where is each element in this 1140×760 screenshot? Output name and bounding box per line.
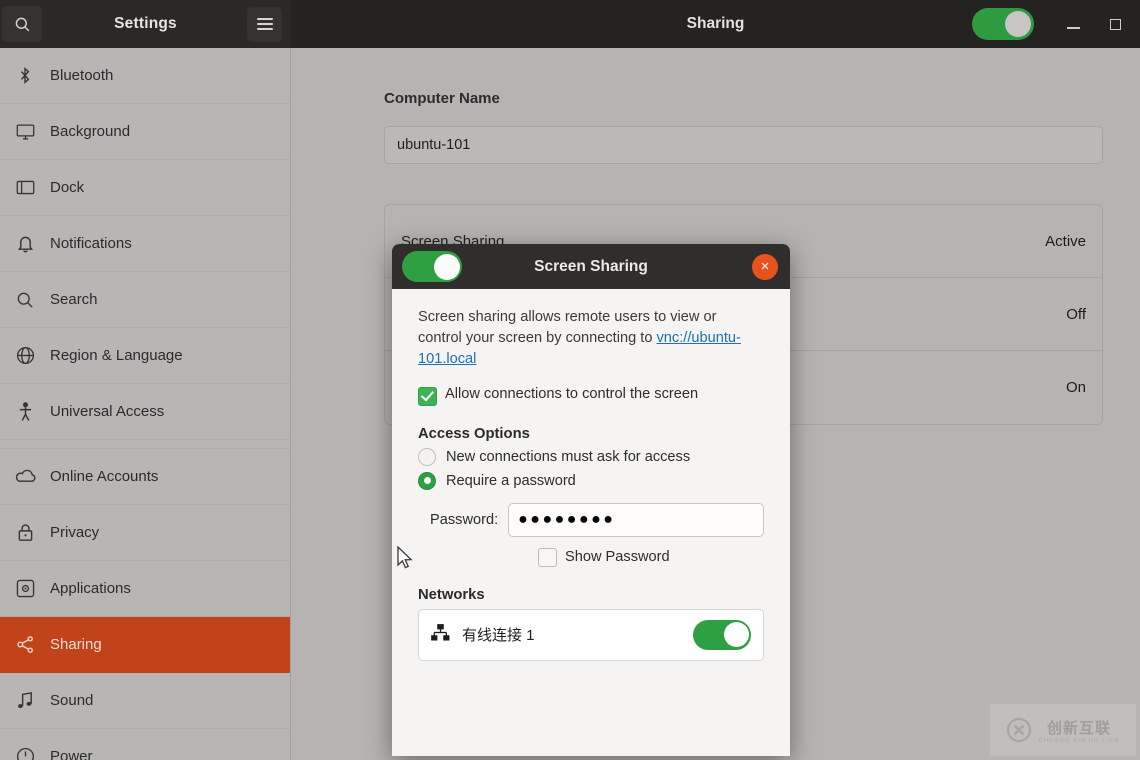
computer-name-input[interactable]: ubuntu-101 xyxy=(384,126,1103,164)
background-monitor-icon xyxy=(8,120,42,144)
sidebar-item-applications[interactable]: Applications xyxy=(0,561,290,617)
search-icon[interactable] xyxy=(2,6,42,42)
computer-name-value: ubuntu-101 xyxy=(397,137,471,153)
password-input[interactable]: ●●●●●●●● xyxy=(508,502,764,537)
sidebar-item-bluetooth[interactable]: Bluetooth xyxy=(0,48,290,104)
sidebar-header: Settings xyxy=(0,0,291,48)
music-note-icon xyxy=(8,689,42,713)
row-status: Active xyxy=(1045,232,1086,250)
show-password-row[interactable]: Show Password xyxy=(418,547,764,567)
sidebar-item-universal-access[interactable]: Universal Access xyxy=(0,384,290,440)
wired-network-icon xyxy=(431,623,450,646)
sidebar-item-label: Online Accounts xyxy=(50,468,159,485)
radio-password-label: Require a password xyxy=(446,472,576,489)
allow-control-checkbox-row[interactable]: Allow connections to control the screen xyxy=(418,386,764,406)
share-nodes-icon xyxy=(8,633,42,657)
password-label: Password: xyxy=(430,511,499,528)
power-clock-icon xyxy=(8,745,42,760)
radio-require-password-row[interactable]: Require a password xyxy=(418,471,764,490)
close-glyph: × xyxy=(760,258,770,275)
network-toggle[interactable] xyxy=(693,619,751,650)
computer-name-label: Computer Name xyxy=(384,90,500,107)
sidebar-item-region-language[interactable]: Region & Language xyxy=(0,328,290,384)
sidebar-item-notifications[interactable]: Notifications xyxy=(0,216,290,272)
search-icon xyxy=(8,288,42,312)
dialog-titlebar: Screen Sharing × xyxy=(392,244,790,289)
sidebar-group-divider xyxy=(0,440,290,449)
hamburger-menu-icon[interactable] xyxy=(247,6,282,42)
bluetooth-icon xyxy=(8,64,42,88)
watermark-pinyin: CHUANG XIN HU LIAN xyxy=(1038,737,1120,744)
radio-ask-label: New connections must ask for access xyxy=(446,448,691,465)
sidebar-item-search[interactable]: Search xyxy=(0,272,290,328)
dialog-body: Screen sharing allows remote users to vi… xyxy=(392,289,790,661)
sidebar-item-sound[interactable]: Sound xyxy=(0,673,290,729)
sidebar-item-label: Dock xyxy=(50,179,85,196)
window-titlebar: Settings Sharing xyxy=(0,0,1140,48)
access-options-heading: Access Options xyxy=(418,425,530,442)
sidebar-item-online-accounts[interactable]: Online Accounts xyxy=(0,449,290,505)
toggle-knob xyxy=(1005,11,1031,37)
radio-selected-icon[interactable] xyxy=(418,471,436,490)
sidebar-item-label: Region & Language xyxy=(50,347,183,364)
radio-ask-for-access-row[interactable]: New connections must ask for access xyxy=(418,447,764,466)
sidebar-item-label: Sound xyxy=(50,692,94,709)
allow-control-label: Allow connections to control the screen xyxy=(445,385,699,402)
watermark-text: 创新互联 CHUANG XIN HU LIAN xyxy=(1038,717,1119,744)
watermark-logo: 创新互联 CHUANG XIN HU LIAN xyxy=(990,704,1136,756)
sidebar-item-label: Notifications xyxy=(50,235,132,252)
dialog-description: Screen sharing allows remote users to vi… xyxy=(418,307,764,370)
sidebar-item-label: Power xyxy=(50,748,93,760)
sidebar-item-label: Universal Access xyxy=(50,403,165,420)
bell-icon xyxy=(8,232,42,256)
sidebar-item-sharing[interactable]: Sharing xyxy=(0,617,290,673)
network-name: 有线连接 1 xyxy=(462,627,535,645)
sidebar-item-label: Applications xyxy=(50,580,131,597)
checkbox-checked-icon[interactable] xyxy=(418,386,437,406)
sidebar-item-background[interactable]: Background xyxy=(0,104,290,160)
sidebar-item-label: Bluetooth xyxy=(50,67,114,84)
screen-sharing-dialog: Screen Sharing × Screen sharing allows r… xyxy=(392,244,790,756)
sidebar-item-label: Search xyxy=(50,291,98,308)
close-icon[interactable]: × xyxy=(752,253,778,280)
password-row: Password: ●●●●●●●● xyxy=(418,502,764,537)
network-info: 有线连接 1 xyxy=(431,623,535,646)
networks-heading: Networks xyxy=(418,586,485,603)
sidebar-item-label: Sharing xyxy=(50,636,102,653)
sidebar-item-dock[interactable]: Dock xyxy=(0,160,290,216)
screen-sharing-toggle[interactable] xyxy=(402,251,462,282)
lock-icon xyxy=(8,521,42,545)
checkbox-unchecked-icon[interactable] xyxy=(538,547,557,567)
watermark-icon xyxy=(1007,717,1032,743)
settings-window: Settings Sharing Bluetooth Background Do… xyxy=(0,0,1140,760)
mouse-cursor xyxy=(397,545,414,576)
show-password-label: Show Password xyxy=(565,548,670,565)
toggle-knob xyxy=(723,622,749,648)
sidebar-item-label: Background xyxy=(50,123,131,140)
row-status: Off xyxy=(1066,305,1086,323)
maximize-button[interactable] xyxy=(1098,7,1132,41)
sidebar-item-label: Privacy xyxy=(50,524,100,541)
dock-icon xyxy=(8,176,42,200)
sidebar-item-privacy[interactable]: Privacy xyxy=(0,505,290,561)
sharing-master-toggle[interactable] xyxy=(972,8,1034,40)
settings-sidebar[interactable]: Bluetooth Background Dock Notifications … xyxy=(0,48,291,760)
accessibility-icon xyxy=(8,400,42,424)
toggle-knob xyxy=(433,253,460,280)
row-status: On xyxy=(1065,379,1086,396)
window-controls xyxy=(972,7,1132,41)
cloud-icon xyxy=(8,465,42,489)
password-value: ●●●●●●●● xyxy=(518,510,616,528)
watermark-chinese: 创新互联 xyxy=(1046,719,1111,737)
minimize-button[interactable] xyxy=(1056,7,1090,41)
radio-unselected-icon[interactable] xyxy=(418,447,436,466)
network-list-item[interactable]: 有线连接 1 xyxy=(418,608,764,661)
window-header-right: Sharing xyxy=(291,0,1140,48)
sidebar-item-power[interactable]: Power xyxy=(0,729,290,760)
gear-square-icon xyxy=(8,577,42,601)
globe-icon xyxy=(8,344,42,368)
